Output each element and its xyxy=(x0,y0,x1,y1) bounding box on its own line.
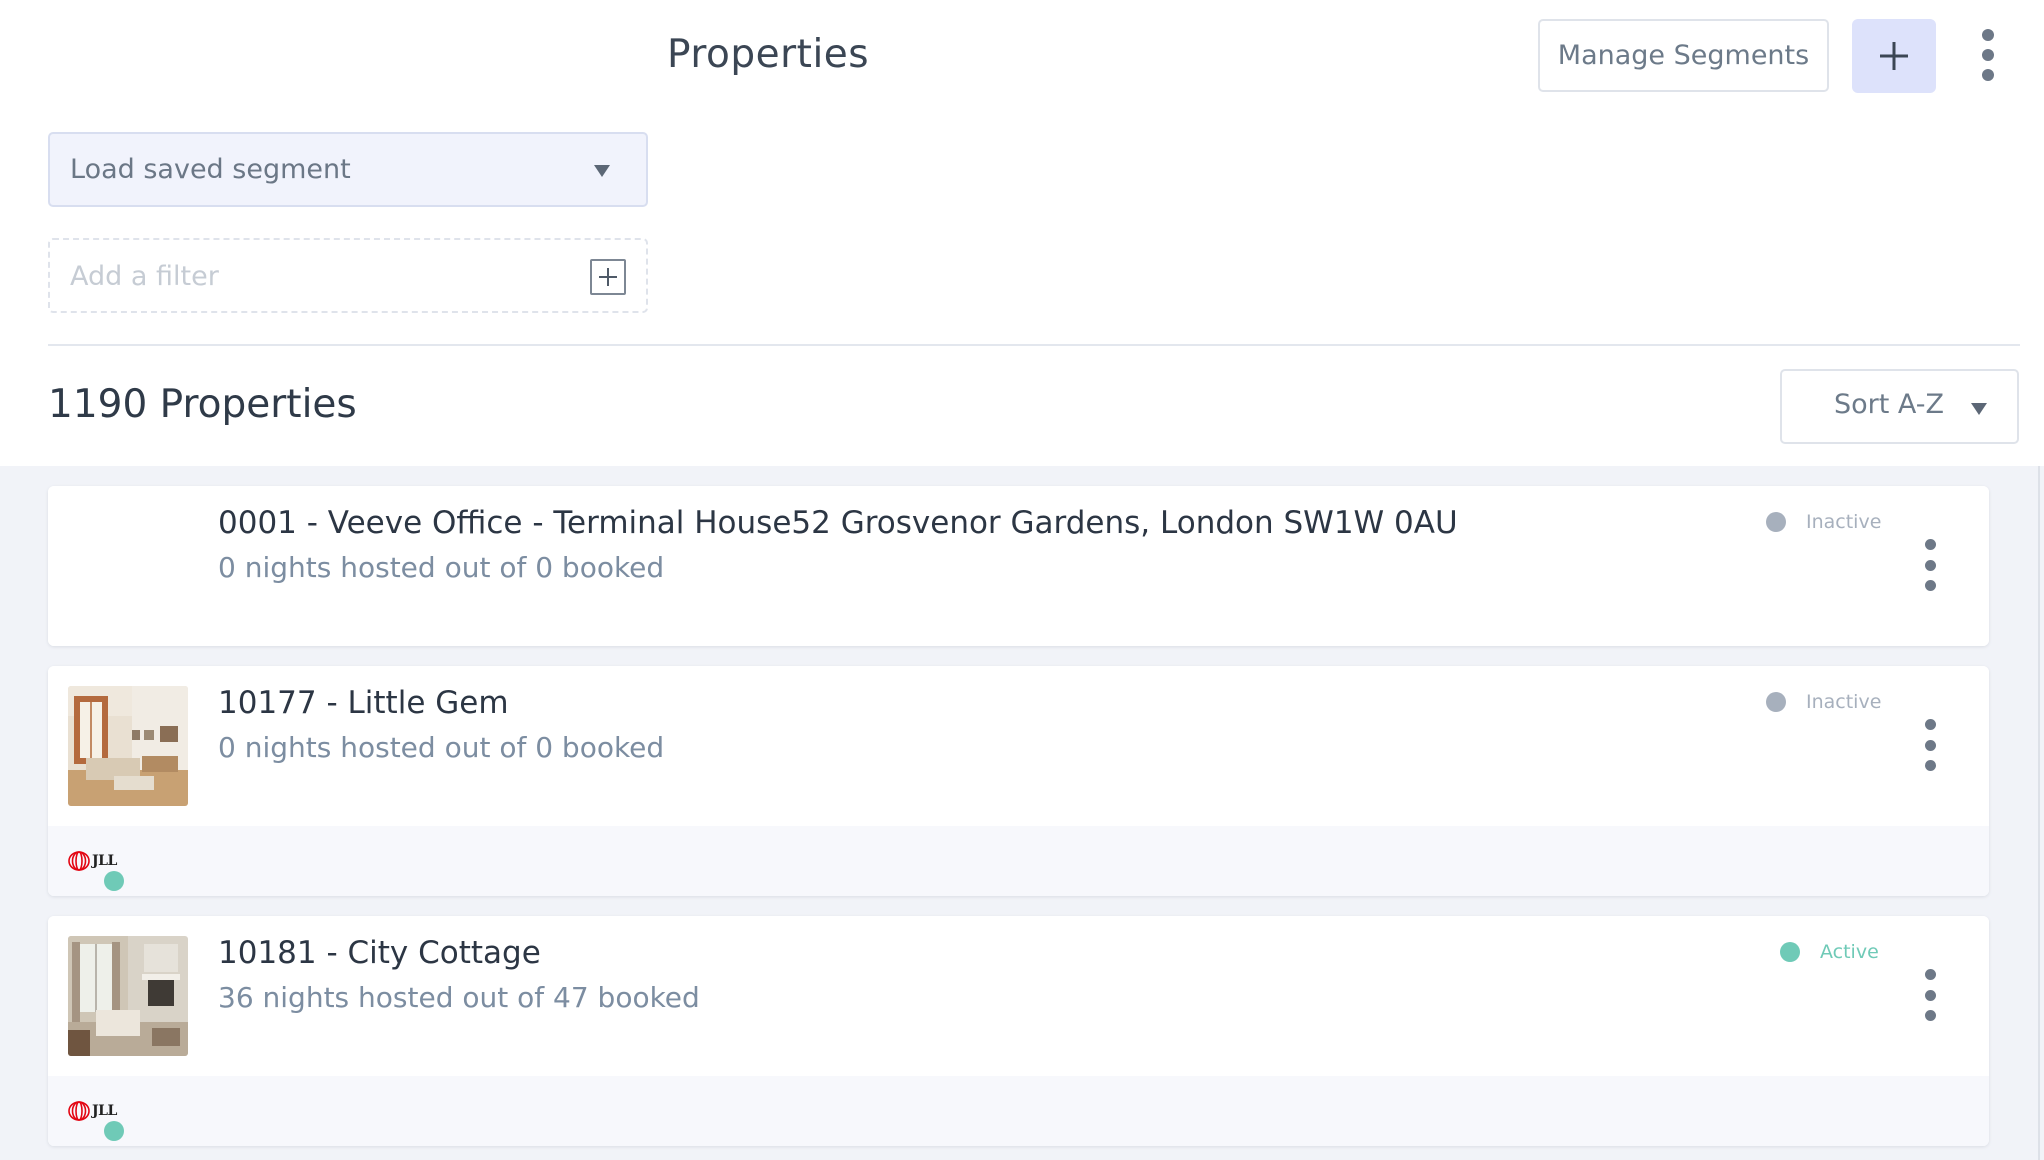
nights-summary: 36 nights hosted out of 47 booked xyxy=(218,981,700,1014)
property-card-footer: JLL xyxy=(48,1076,1989,1146)
filter-box xyxy=(48,238,648,313)
status-label: Active xyxy=(1820,941,1879,963)
add-filter-button[interactable] xyxy=(590,259,626,295)
nights-summary: 0 nights hosted out of 0 booked xyxy=(218,731,665,764)
add-property-button[interactable] xyxy=(1852,19,1936,93)
status-dot xyxy=(1766,692,1786,712)
property-thumbnail[interactable] xyxy=(68,936,188,1056)
property-menu-icon[interactable] xyxy=(1923,969,1937,1021)
status-dot xyxy=(1766,512,1786,532)
jll-logo: JLL xyxy=(68,1101,117,1121)
segment-select-label: Load saved segment xyxy=(70,154,351,185)
partner-logo-text: JLL xyxy=(92,853,117,869)
status-badge: Inactive xyxy=(1766,690,1881,714)
status-badge: Active xyxy=(1780,940,1879,964)
property-thumbnail[interactable] xyxy=(68,686,188,806)
property-card-body: 10181 - City Cottage 36 nights hosted ou… xyxy=(48,916,1989,1076)
room-photo-icon xyxy=(68,936,188,1056)
property-card[interactable]: 10177 - Little Gem 0 nights hosted out o… xyxy=(48,666,1989,896)
properties-page: Properties Manage Segments Load saved se… xyxy=(0,0,2044,1160)
chevron-down-icon xyxy=(1971,403,1987,415)
jll-mark-icon xyxy=(68,1101,90,1121)
owner-status-dot xyxy=(104,871,124,891)
plus-icon xyxy=(599,268,617,286)
property-menu-icon[interactable] xyxy=(1923,539,1937,591)
room-photo-icon xyxy=(68,686,188,806)
jll-logo: JLL xyxy=(68,851,117,871)
section-divider xyxy=(48,344,2020,346)
property-card[interactable]: 10181 - City Cottage 36 nights hosted ou… xyxy=(48,916,1989,1146)
owner-status-dot xyxy=(104,1121,124,1141)
filter-input[interactable] xyxy=(70,254,550,298)
property-card-body: 0001 - Veeve Office - Terminal House52 G… xyxy=(48,486,1989,646)
results-count: 1190 Properties xyxy=(48,382,357,427)
property-name[interactable]: 10181 - City Cottage xyxy=(218,932,541,974)
load-segment-select[interactable]: Load saved segment xyxy=(48,132,648,207)
property-name[interactable]: 0001 - Veeve Office - Terminal House52 G… xyxy=(218,502,1458,544)
manage-segments-button[interactable]: Manage Segments xyxy=(1538,19,1829,92)
property-card-footer: JLL xyxy=(48,826,1989,896)
status-label: Inactive xyxy=(1806,691,1882,713)
status-label: Inactive xyxy=(1806,511,1882,533)
jll-mark-icon xyxy=(68,851,90,871)
sort-select[interactable]: Sort A-Z xyxy=(1780,369,2019,444)
chevron-down-icon xyxy=(594,165,610,177)
page-title: Properties xyxy=(667,32,870,77)
more-options-icon[interactable] xyxy=(1980,29,1996,81)
partner-logo-text: JLL xyxy=(92,1103,117,1119)
property-name[interactable]: 10177 - Little Gem xyxy=(218,682,509,724)
status-dot xyxy=(1780,942,1800,962)
plus-icon xyxy=(1880,42,1908,70)
scrollbar[interactable] xyxy=(2038,466,2040,1160)
property-card[interactable]: 0001 - Veeve Office - Terminal House52 G… xyxy=(48,486,1989,646)
property-menu-icon[interactable] xyxy=(1923,719,1937,771)
nights-summary: 0 nights hosted out of 0 booked xyxy=(218,551,665,584)
status-badge: Inactive xyxy=(1766,510,1881,534)
property-card-body: 10177 - Little Gem 0 nights hosted out o… xyxy=(48,666,1989,826)
sort-select-label: Sort A-Z xyxy=(1834,389,1945,420)
